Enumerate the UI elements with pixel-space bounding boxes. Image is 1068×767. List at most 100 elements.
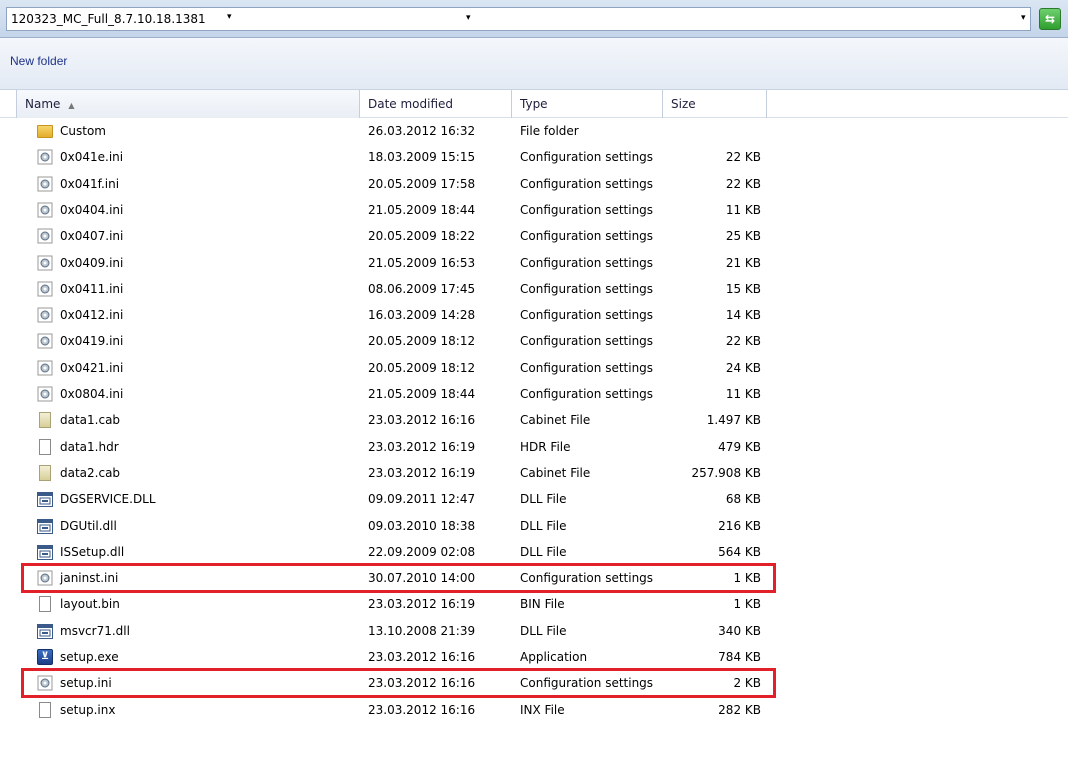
file-name: 0x0411.ini [60, 282, 124, 296]
file-date-modified: 23.03.2012 16:16 [368, 703, 476, 717]
file-date-modified: 23.03.2012 16:19 [368, 440, 476, 454]
file-row[interactable]: setup.inx 23.03.2012 16:16 INX File 282 KB [0, 697, 1068, 723]
file-row[interactable]: 0x0407.ini 20.05.2009 18:22 Configuration … [0, 223, 1068, 249]
file-type: Cabinet File [520, 466, 591, 480]
file-date-modified: 20.05.2009 18:12 [368, 334, 476, 348]
column-header-row: Name ▲ Date modified Type Size [0, 90, 1068, 118]
file-size: 22 KB [725, 334, 761, 348]
file-name: 0x041e.ini [60, 150, 124, 164]
ini-file-icon [37, 307, 53, 323]
cab-file-icon [39, 412, 51, 428]
file-row[interactable]: 0x0412.ini 16.03.2009 14:28 Configuration … [0, 302, 1068, 328]
ini-file-icon [37, 149, 53, 165]
file-row[interactable]: 0x041e.ini 18.03.2009 15:15 Configuration … [0, 144, 1068, 170]
column-header-size[interactable]: Size [663, 90, 767, 118]
file-type: Configuration settings [520, 334, 654, 348]
file-date-modified: 21.05.2009 18:44 [368, 387, 476, 401]
file-type: Configuration settings [520, 308, 654, 322]
ini-file-icon [37, 360, 53, 376]
file-name: 0x0409.ini [60, 256, 124, 270]
file-row[interactable]: data1.cab 23.03.2012 16:16 Cabinet File 1.4… [0, 407, 1068, 433]
cab-file-icon [39, 465, 51, 481]
blank-file-icon [39, 439, 51, 455]
file-type: Configuration settings [520, 282, 654, 296]
file-size: 216 KB [718, 519, 761, 533]
file-row[interactable]: msvcr71.dll 13.10.2008 21:39 DLL File 340 K… [0, 618, 1068, 644]
file-name: 0x0404.ini [60, 203, 124, 217]
file-row[interactable]: 0x041f.ini 20.05.2009 17:58 Configuration … [0, 171, 1068, 197]
file-date-modified: 23.03.2012 16:19 [368, 597, 476, 611]
file-name: Custom [60, 124, 106, 138]
file-row[interactable]: layout.bin 23.03.2012 16:19 BIN File 1 KB [0, 591, 1068, 617]
file-row[interactable]: data1.hdr 23.03.2012 16:19 HDR File 479 KB [0, 434, 1068, 460]
file-date-modified: 18.03.2009 15:15 [368, 150, 476, 164]
file-date-modified: 26.03.2012 16:32 [368, 124, 476, 138]
file-row[interactable]: 0x0404.ini 21.05.2009 18:44 Configuration … [0, 197, 1068, 223]
file-size: 564 KB [718, 545, 761, 559]
dll-file-icon [37, 519, 53, 534]
file-size: 340 KB [718, 624, 761, 638]
dll-file-icon [37, 492, 53, 507]
address-box[interactable]: 120323_MC_Full_8.7.10.18.1381 ▾ ▾ ▾ [6, 7, 1031, 31]
ini-file-icon [37, 202, 53, 218]
file-type: Configuration settings [520, 256, 654, 270]
file-size: 21 KB [725, 256, 761, 270]
file-size: 282 KB [718, 703, 761, 717]
breadcrumb-folder[interactable]: 120323_MC_Full_8.7.10.18.1381 [11, 12, 206, 26]
go-refresh-icon[interactable]: ⇆ [1039, 8, 1061, 30]
folder-icon [37, 125, 53, 138]
file-size: 68 KB [725, 492, 761, 506]
address-bar: 120323_MC_Full_8.7.10.18.1381 ▾ ▾ ▾ ⇆ [0, 0, 1068, 38]
ini-file-icon [37, 228, 53, 244]
file-row[interactable]: ⊻ setup.exe 23.03.2012 16:16 Application 784… [0, 644, 1068, 670]
file-size: 22 KB [725, 177, 761, 191]
file-row[interactable]: 0x0419.ini 20.05.2009 18:12 Configuration … [0, 328, 1068, 354]
file-name: 0x0412.ini [60, 308, 124, 322]
explorer-window: 120323_MC_Full_8.7.10.18.1381 ▾ ▾ ▾ ⇆ Ne… [0, 0, 1068, 767]
file-row[interactable]: 0x0409.ini 21.05.2009 16:53 Configuration … [0, 250, 1068, 276]
file-size: 1.497 KB [706, 413, 761, 427]
file-date-modified: 13.10.2008 21:39 [368, 624, 476, 638]
file-row[interactable]: DGUtil.dll 09.03.2010 18:38 DLL File 216 KB [0, 513, 1068, 539]
file-date-modified: 20.05.2009 17:58 [368, 177, 476, 191]
file-row[interactable]: 0x0804.ini 21.05.2009 18:44 Configuration … [0, 381, 1068, 407]
exe-file-icon: ⊻ [37, 649, 53, 665]
file-size: 479 KB [718, 440, 761, 454]
file-size: 11 KB [725, 203, 761, 217]
file-type: Configuration settings [520, 387, 654, 401]
sort-ascending-icon: ▲ [68, 101, 75, 110]
dll-file-icon [37, 624, 53, 639]
file-type: BIN File [520, 597, 565, 611]
file-list: Custom 26.03.2012 16:32 File folder 0x041e.… [0, 118, 1068, 767]
file-row[interactable]: DGSERVICE.DLL 09.09.2011 12:47 DLL File 68 … [0, 486, 1068, 512]
file-type: Configuration settings [520, 229, 654, 243]
file-type: Configuration settings [520, 150, 654, 164]
file-row[interactable]: Custom 26.03.2012 16:32 File folder [0, 118, 1068, 144]
file-row[interactable]: 0x0421.ini 20.05.2009 18:12 Configuration … [0, 355, 1068, 381]
breadcrumb-chevron-icon[interactable]: ▾ [227, 12, 232, 22]
blank-file-icon [39, 702, 51, 718]
file-type: DLL File [520, 492, 567, 506]
breadcrumb-history-chevron-icon[interactable]: ▾ [466, 13, 471, 23]
ini-file-icon [37, 255, 53, 271]
file-name: data1.hdr [60, 440, 119, 454]
column-header-type[interactable]: Type [512, 90, 663, 118]
new-folder-button[interactable]: New folder [6, 50, 71, 72]
address-dropdown-icon[interactable]: ▾ [1021, 13, 1026, 23]
file-type: Configuration settings [520, 203, 654, 217]
file-name: 0x0804.ini [60, 387, 124, 401]
file-type: Configuration settings [520, 361, 654, 375]
file-row[interactable]: data2.cab 23.03.2012 16:19 Cabinet File 257… [0, 460, 1068, 486]
file-row[interactable]: 0x0411.ini 08.06.2009 17:45 Configuration … [0, 276, 1068, 302]
dll-file-icon [37, 545, 53, 560]
file-name: setup.inx [60, 703, 116, 717]
file-row[interactable]: ISSetup.dll 22.09.2009 02:08 DLL File 564 K… [0, 539, 1068, 565]
file-name: msvcr71.dll [60, 624, 130, 638]
file-size: 14 KB [725, 308, 761, 322]
file-type: Application [520, 650, 588, 664]
column-header-date[interactable]: Date modified [360, 90, 512, 118]
column-header-name[interactable]: Name ▲ [16, 90, 360, 118]
ini-file-icon [37, 281, 53, 297]
file-type: DLL File [520, 624, 567, 638]
ini-file-icon [37, 176, 53, 192]
